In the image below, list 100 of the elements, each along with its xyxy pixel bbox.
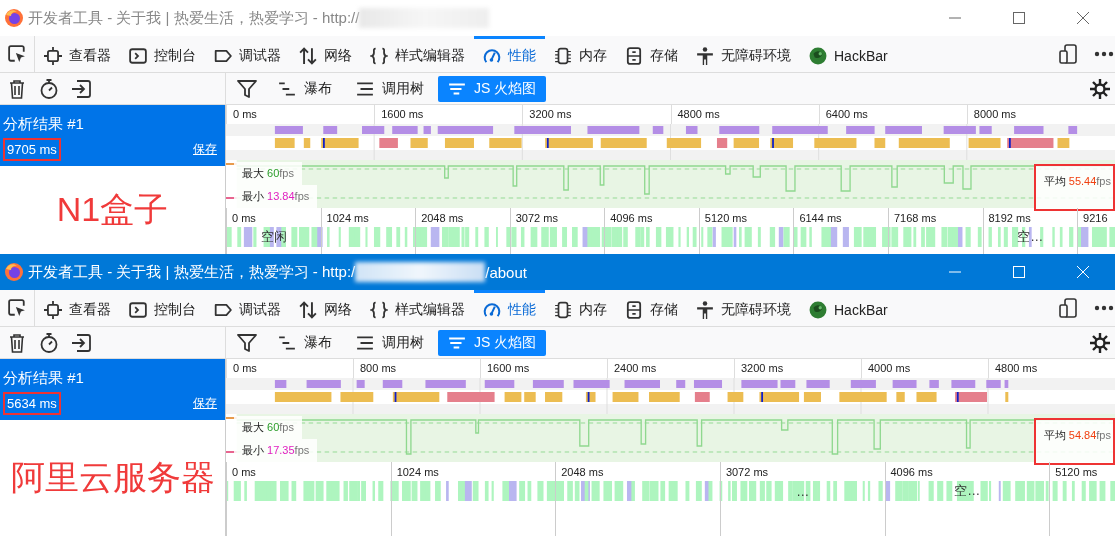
time-tick: 6144 ms <box>798 211 843 226</box>
inspector-icon <box>44 300 62 319</box>
time-tick: 1024 ms <box>325 211 370 226</box>
view-tab[interactable]: 调用树 <box>346 75 434 102</box>
window-title: 开发者工具 - 关于我 | 热爱生活，热爱学习 - http:// <box>28 8 360 28</box>
devtools-tab[interactable]: 存储 <box>616 36 687 72</box>
arrows-up-down-icon <box>299 300 317 319</box>
time-tick: 3072 ms <box>724 465 770 480</box>
annotation-text: 阿里云服务器 <box>10 457 215 498</box>
element-picker-icon[interactable] <box>8 299 26 317</box>
devtools-tab[interactable]: 样式编辑器 <box>361 290 474 326</box>
max-fps-label: 最大 60fps <box>234 416 302 439</box>
activity-label: 空… <box>954 482 981 500</box>
devtools-tab[interactable]: 网络 <box>290 290 361 326</box>
hackbar-logo-icon <box>809 300 827 319</box>
devtools-tab[interactable]: HackBar <box>800 290 897 326</box>
devtools-tab[interactable]: 查看器 <box>35 290 120 326</box>
view-tab[interactable]: 瀑布 <box>268 329 342 356</box>
time-tick: 1024 ms <box>395 465 440 480</box>
waterfall-icon <box>278 333 296 352</box>
time-tick: 5120 ms <box>703 211 748 226</box>
settings-icon[interactable] <box>1089 331 1111 354</box>
view-tab[interactable]: 瀑布 <box>268 75 342 102</box>
inspector-icon <box>44 46 62 65</box>
responsive-design-icon[interactable] <box>1057 297 1079 319</box>
lines-icon <box>356 333 374 352</box>
console-icon <box>129 46 147 65</box>
devtools-tab[interactable]: 无障碍环境 <box>687 36 800 72</box>
braces-icon <box>370 300 388 319</box>
recording-duration: 9705 ms <box>3 138 61 161</box>
cabinet-icon <box>625 46 643 65</box>
filter-icon[interactable] <box>236 77 258 100</box>
settings-icon[interactable] <box>1089 77 1111 100</box>
save-link[interactable]: 保存 <box>193 141 217 158</box>
devtools-tab[interactable]: HackBar <box>800 36 897 72</box>
view-tab[interactable]: JS 火焰图 <box>438 75 547 102</box>
average-fps-label: 平均 54.84fps <box>1033 418 1115 465</box>
person-icon <box>696 46 714 65</box>
time-tick: 8192 ms <box>987 211 1032 226</box>
devtools-tab[interactable]: 调试器 <box>205 290 290 326</box>
view-tab[interactable]: 调用树 <box>346 329 434 356</box>
gauge-icon <box>483 300 501 319</box>
braces-icon <box>370 46 388 65</box>
cabinet-icon <box>625 300 643 319</box>
average-fps-label: 平均 55.44fps <box>1033 164 1115 211</box>
window-title: /about <box>485 263 527 281</box>
time-tick: 4096 ms <box>609 211 654 226</box>
time-tick: 0 ms <box>231 211 257 226</box>
view-tab[interactable]: JS 火焰图 <box>438 329 547 356</box>
recording-item[interactable]: 分析结果 #1 9705 ms 保存 <box>0 105 225 166</box>
console-icon <box>129 300 147 319</box>
element-picker-icon[interactable] <box>8 45 26 63</box>
window-title: 开发者工具 - 关于我 | 热爱生活，热爱学习 - http:/ <box>28 262 356 282</box>
devtools-tab[interactable]: 内存 <box>545 290 616 326</box>
person-icon <box>696 300 714 319</box>
filter-icon[interactable] <box>236 331 258 354</box>
min-fps-label: 最小 17.35fps <box>234 439 318 462</box>
import-icon[interactable] <box>70 331 92 354</box>
annotation-text: N1盒子 <box>56 189 169 230</box>
recording-item[interactable]: 分析结果 #1 5634 ms 保存 <box>0 359 225 420</box>
time-tick: 9216 <box>1082 211 1109 226</box>
firefox-logo-icon <box>4 262 24 282</box>
time-tick: 7168 ms <box>892 211 938 226</box>
time-tick: 5120 ms <box>1054 465 1099 480</box>
close-icon[interactable] <box>1076 11 1090 25</box>
firefox-logo-icon <box>4 8 24 28</box>
devtools-tab[interactable]: 网络 <box>290 36 361 72</box>
time-tick: 3072 ms <box>514 211 559 226</box>
waterfall-icon <box>278 79 296 98</box>
arrows-up-down-icon <box>299 46 317 65</box>
gauge-icon <box>483 46 501 65</box>
recording-duration: 5634 ms <box>3 392 61 415</box>
lines-icon <box>356 79 374 98</box>
devtools-tab[interactable]: 样式编辑器 <box>361 36 474 72</box>
recording-title: 分析结果 #1 <box>3 369 85 388</box>
import-icon[interactable] <box>70 77 92 100</box>
responsive-design-icon[interactable] <box>1057 43 1079 65</box>
stopwatch-icon[interactable] <box>38 331 60 354</box>
devtools-tab[interactable]: 内存 <box>545 36 616 72</box>
maximize-icon[interactable] <box>1012 11 1026 25</box>
devtools-tab[interactable]: 查看器 <box>35 36 120 72</box>
time-tick: 4096 ms <box>889 465 934 480</box>
activity-label: 空闲 <box>260 228 287 246</box>
devtools-tab[interactable]: 无障碍环境 <box>687 290 800 326</box>
activity-label: 空… <box>1017 228 1044 246</box>
chip-icon <box>554 300 572 319</box>
devtools-tab[interactable]: 控制台 <box>120 36 205 72</box>
max-fps-label: 最大 60fps <box>234 162 302 185</box>
time-tick: 2048 ms <box>420 211 465 226</box>
time-tick: 0 ms <box>231 465 257 480</box>
min-fps-label: 最小 13.84fps <box>234 185 318 208</box>
hackbar-logo-icon <box>809 46 827 65</box>
chip-icon <box>554 46 572 65</box>
devtools-tab[interactable]: 调试器 <box>205 36 290 72</box>
activity-label: … <box>796 483 810 499</box>
devtools-tab[interactable]: 存储 <box>616 290 687 326</box>
stopwatch-icon[interactable] <box>38 77 60 100</box>
time-tick: 2048 ms <box>560 465 605 480</box>
devtools-tab[interactable]: 控制台 <box>120 290 205 326</box>
save-link[interactable]: 保存 <box>193 395 217 412</box>
